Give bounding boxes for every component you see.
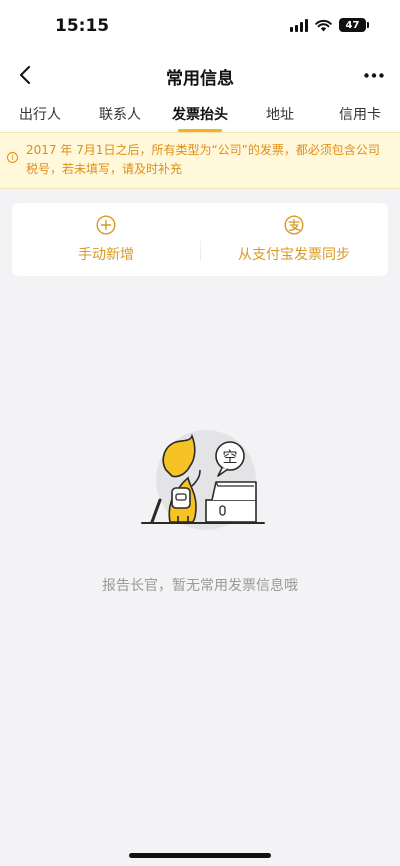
empty-state-illustration: 空 bbox=[141, 430, 265, 530]
plus-circle-icon bbox=[96, 215, 116, 235]
home-indicator[interactable] bbox=[129, 853, 271, 858]
alipay-icon bbox=[284, 215, 304, 235]
invoice-actions-card: 手动新增 从支付宝发票同步 bbox=[12, 203, 388, 276]
tab-address[interactable]: 地址 bbox=[240, 98, 320, 132]
manual-add-button[interactable]: 手动新增 bbox=[12, 203, 200, 276]
tab-contacts[interactable]: 联系人 bbox=[80, 98, 160, 132]
tab-credit-card[interactable]: 信用卡 bbox=[320, 98, 400, 132]
empty-state-message: 报告长官，暂无常用发票信息哦 bbox=[102, 578, 298, 594]
navbar: 常用信息 bbox=[0, 52, 400, 98]
signal-icon bbox=[290, 18, 308, 32]
notice-banner: i 2017 年 7月1日之后，所有类型为“公司”的发票，都必须包含公司税号，若… bbox=[0, 132, 400, 189]
wifi-icon bbox=[315, 19, 332, 31]
alipay-sync-label: 从支付宝发票同步 bbox=[238, 247, 350, 263]
status-time: 15:15 bbox=[55, 16, 110, 36]
header-area: 15:15 47 常用信息 出行人 联系人 发票抬头 地址 信用卡 bbox=[0, 0, 400, 132]
info-icon: i bbox=[7, 152, 18, 163]
tab-invoice-title[interactable]: 发票抬头 bbox=[160, 98, 240, 132]
alipay-sync-button[interactable]: 从支付宝发票同步 bbox=[200, 203, 388, 276]
notice-text: 2017 年 7月1日之后，所有类型为“公司”的发票，都必须包含公司税号，若未填… bbox=[26, 143, 380, 176]
status-icons: 47 bbox=[290, 18, 369, 32]
more-button[interactable] bbox=[363, 64, 385, 86]
status-bar: 15:15 47 bbox=[0, 0, 400, 52]
battery-icon: 47 bbox=[339, 18, 369, 32]
empty-bubble-text: 空 bbox=[222, 448, 237, 466]
tab-travelers[interactable]: 出行人 bbox=[0, 98, 80, 132]
page-title: 常用信息 bbox=[166, 69, 234, 89]
more-dots-icon bbox=[364, 72, 384, 78]
tab-bar: 出行人 联系人 发票抬头 地址 信用卡 bbox=[0, 98, 400, 132]
manual-add-label: 手动新增 bbox=[78, 247, 134, 263]
